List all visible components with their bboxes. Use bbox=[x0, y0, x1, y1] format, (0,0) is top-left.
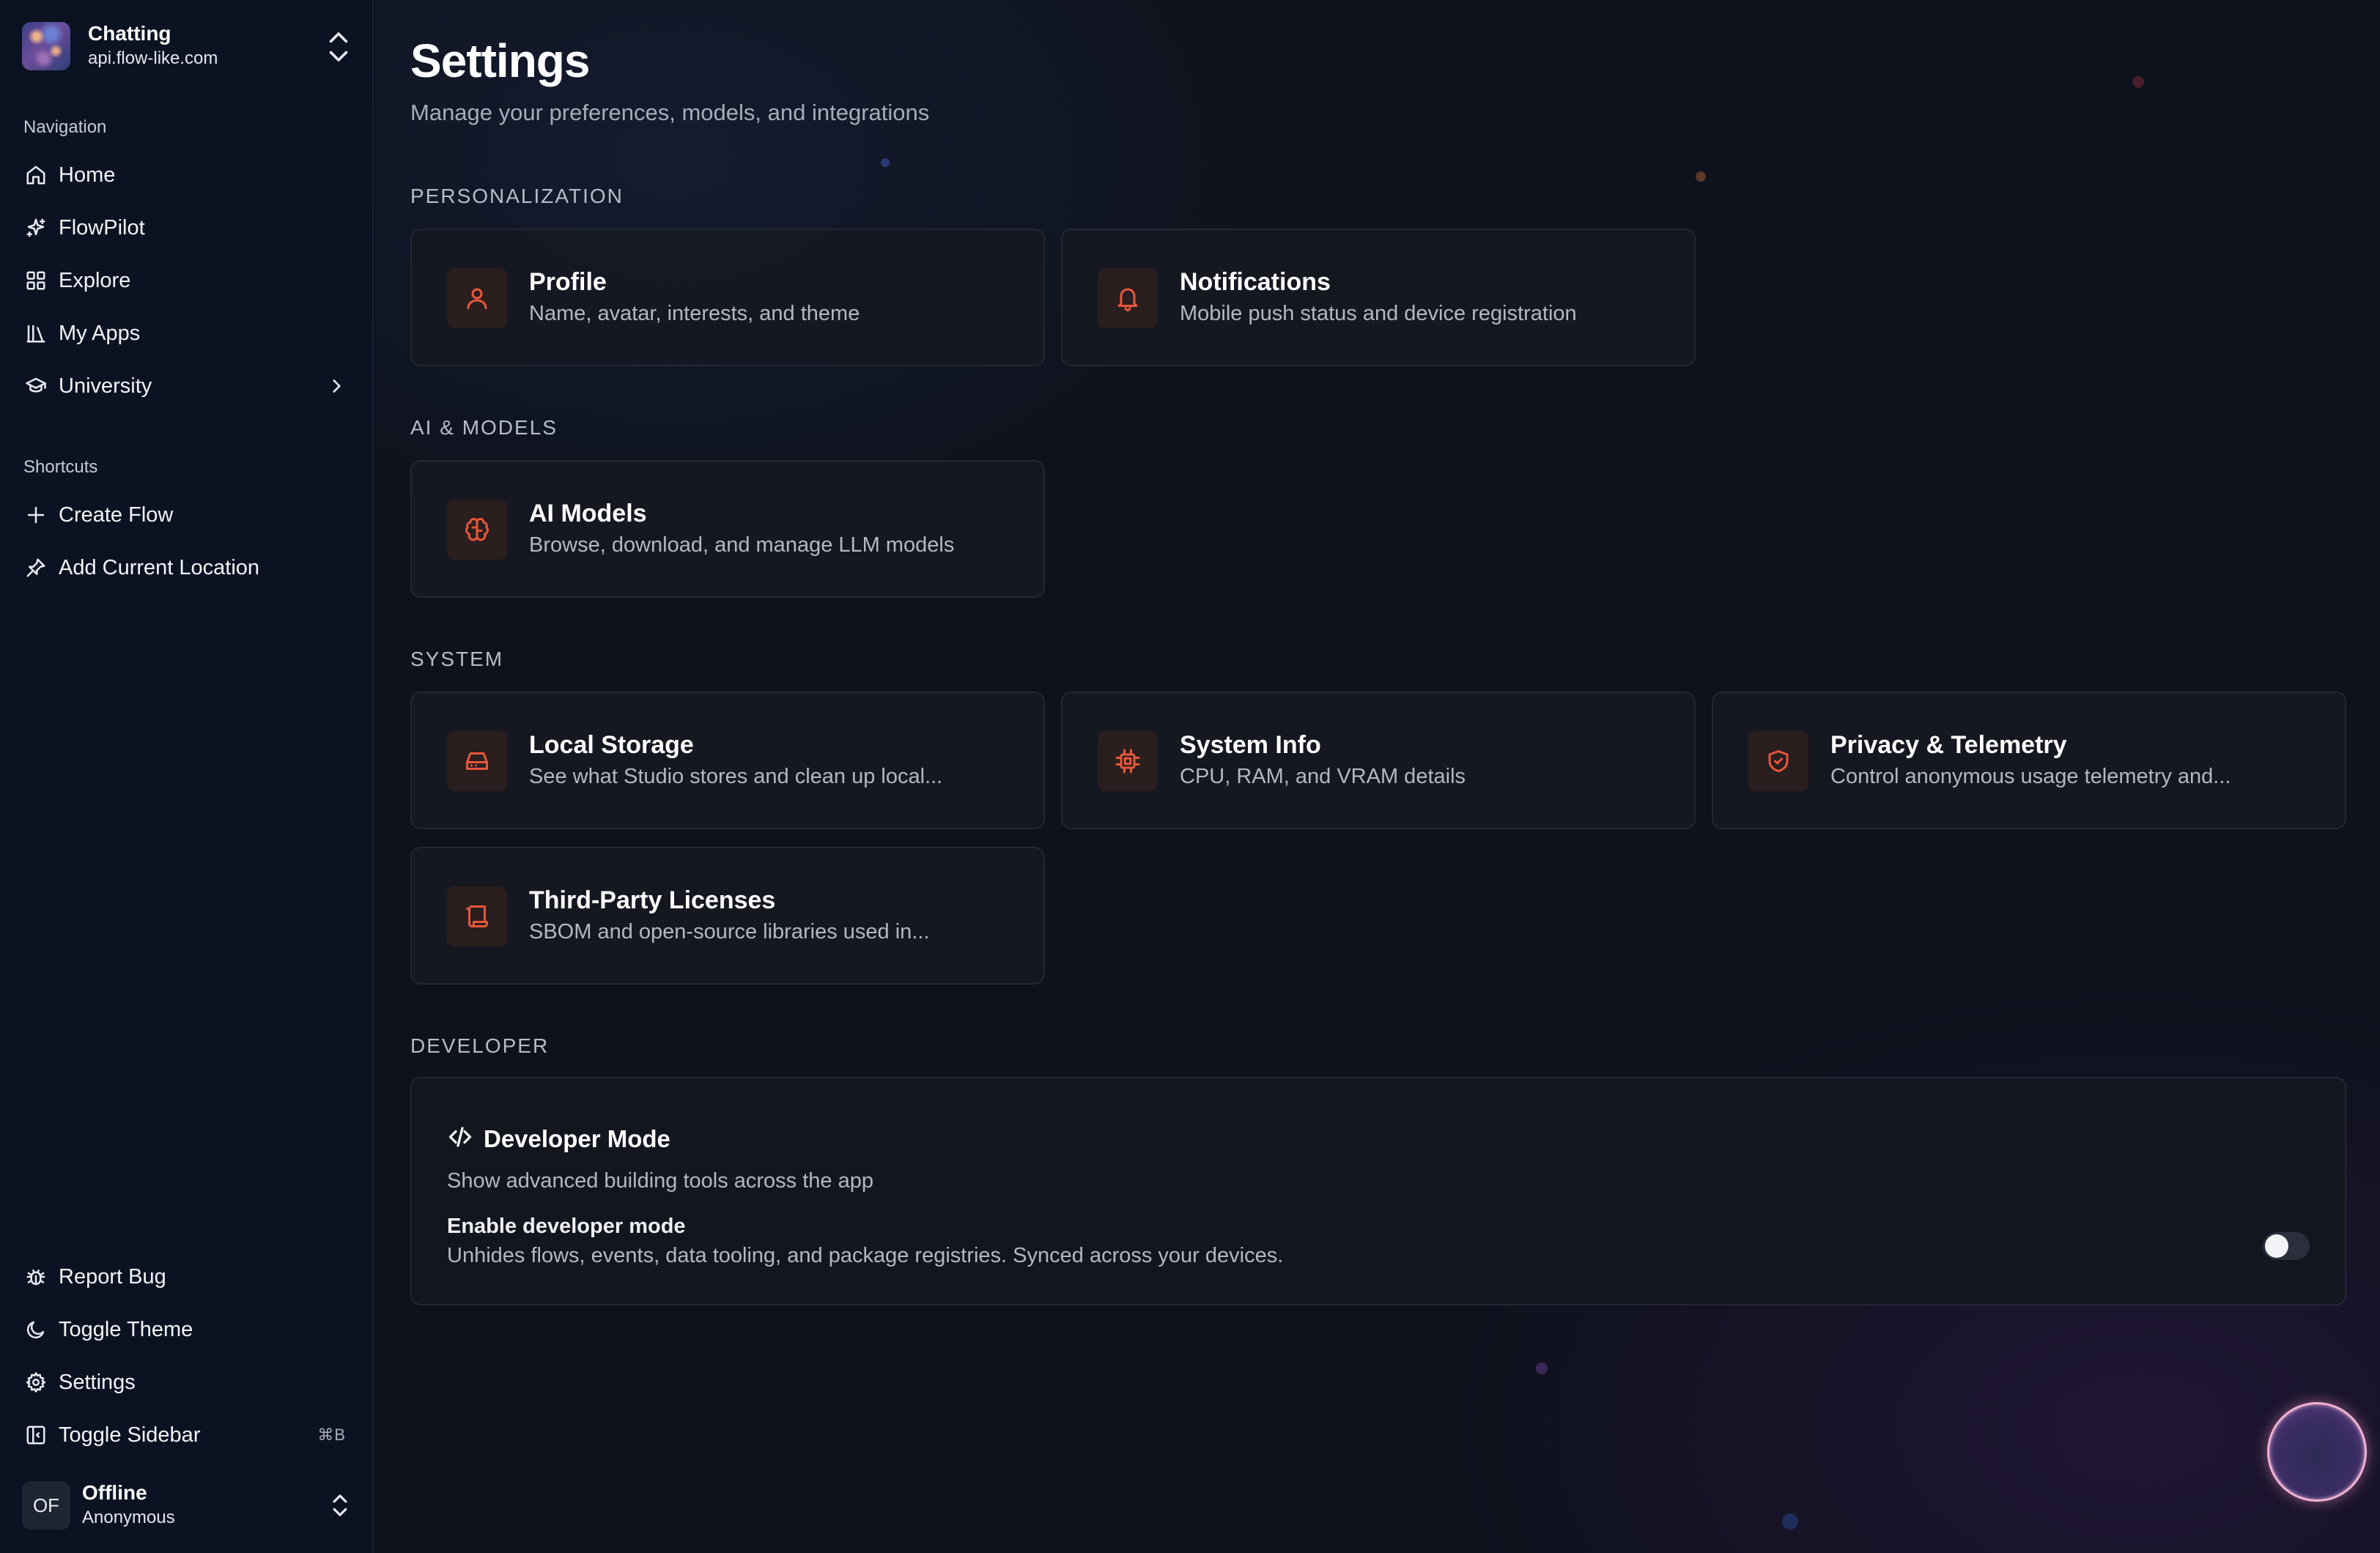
card-title: Third-Party Licenses bbox=[529, 886, 776, 914]
page-title: Settings bbox=[410, 34, 590, 87]
developer-mode-option-description: Unhides flows, events, data tooling, and… bbox=[447, 1244, 1284, 1267]
bell-icon bbox=[1098, 268, 1158, 328]
card-title: Notifications bbox=[1180, 268, 1331, 296]
sidebar-item-label: University bbox=[59, 374, 152, 398]
sidebar-item-settings[interactable]: Settings bbox=[16, 1360, 353, 1405]
shortcut-add-current-location[interactable]: Add Current Location bbox=[16, 545, 353, 590]
developer-mode-header: Developer Mode bbox=[447, 1124, 670, 1154]
sidebar-item-label: FlowPilot bbox=[59, 215, 145, 240]
sidebar-item-label: Report Bug bbox=[59, 1264, 166, 1289]
chevron-right-icon bbox=[327, 377, 346, 396]
settings-card-notifications[interactable]: Notifications Mobile push status and dev… bbox=[1061, 229, 1696, 366]
workspace-host: api.flow-like.com bbox=[88, 48, 218, 68]
hard-drive-icon bbox=[447, 731, 507, 791]
user-name: Offline bbox=[82, 1481, 147, 1504]
developer-mode-title: Developer Mode bbox=[484, 1124, 670, 1152]
sidebar-item-university[interactable]: University bbox=[16, 363, 353, 409]
sidebar-item-label: Create Flow bbox=[59, 503, 174, 527]
code-icon bbox=[447, 1124, 473, 1154]
gear-icon bbox=[23, 1370, 48, 1395]
workspace-switcher[interactable]: Chatting api.flow-like.com bbox=[22, 21, 352, 73]
card-description: SBOM and open-source libraries used in..… bbox=[529, 920, 930, 944]
developer-mode-toggle[interactable] bbox=[2263, 1232, 2310, 1260]
settings-card-local-storage[interactable]: Local Storage See what Studio stores and… bbox=[410, 692, 1045, 829]
sidebar-item-label: Add Current Location bbox=[59, 555, 260, 579]
home-icon bbox=[23, 163, 48, 188]
sidebar-item-label: Toggle Sidebar bbox=[59, 1423, 201, 1447]
card-description: Name, avatar, interests, and theme bbox=[529, 302, 860, 325]
settings-card-ai-models[interactable]: AI Models Browse, download, and manage L… bbox=[410, 460, 1045, 598]
developer-mode-option-label: Enable developer mode bbox=[447, 1215, 686, 1238]
section-label-developer: DEVELOPER bbox=[410, 1034, 550, 1057]
card-title: AI Models bbox=[529, 500, 647, 527]
background-dot bbox=[1782, 1513, 1798, 1530]
cpu-icon bbox=[1098, 731, 1158, 791]
keyboard-shortcut: ⌘B bbox=[317, 1426, 346, 1444]
card-description: Control anonymous usage telemetry and... bbox=[1830, 765, 2231, 788]
card-title: Profile bbox=[529, 268, 607, 296]
card-description: CPU, RAM, and VRAM details bbox=[1180, 765, 1466, 788]
background-dot bbox=[1696, 171, 1706, 182]
background-dot bbox=[1536, 1363, 1548, 1374]
developer-mode-description: Show advanced building tools across the … bbox=[447, 1169, 873, 1193]
settings-card-third-party-licenses[interactable]: Third-Party Licenses SBOM and open-sourc… bbox=[410, 847, 1045, 985]
avatar: OF bbox=[22, 1481, 70, 1530]
card-title: Privacy & Telemetry bbox=[1830, 731, 2067, 759]
user-icon bbox=[447, 268, 507, 328]
settings-card-profile[interactable]: Profile Name, avatar, interests, and the… bbox=[410, 229, 1045, 366]
card-title: Local Storage bbox=[529, 731, 694, 759]
navigation-section-label: Navigation bbox=[23, 117, 107, 137]
plus-icon bbox=[23, 503, 48, 527]
shortcuts-section-label: Shortcuts bbox=[23, 457, 98, 477]
brain-icon bbox=[447, 500, 507, 560]
toggle-knob bbox=[2265, 1234, 2288, 1258]
sidebar-item-toggle-sidebar[interactable]: Toggle Sidebar ⌘B bbox=[16, 1412, 353, 1458]
developer-mode-card: Developer Mode Show advanced building to… bbox=[410, 1077, 2346, 1305]
shortcut-create-flow[interactable]: Create Flow bbox=[16, 492, 353, 538]
section-label-system: SYSTEM bbox=[410, 648, 504, 670]
card-description: Browse, download, and manage LLM models bbox=[529, 533, 955, 557]
sparkles-icon bbox=[23, 215, 48, 240]
pin-icon bbox=[23, 555, 48, 580]
sidebar-item-report-bug[interactable]: Report Bug bbox=[16, 1254, 353, 1300]
section-label-personalization: PERSONALIZATION bbox=[410, 185, 624, 207]
chevrons-up-down-icon bbox=[333, 1494, 347, 1516]
panel-left-icon bbox=[23, 1423, 48, 1448]
background-dot bbox=[2132, 76, 2144, 88]
settings-page: Settings Manage your preferences, models… bbox=[375, 0, 2380, 1553]
app-root: Chatting api.flow-like.com Navigation Ho… bbox=[0, 0, 2380, 1553]
settings-card-privacy-telemetry[interactable]: Privacy & Telemetry Control anonymous us… bbox=[1712, 692, 2346, 829]
scroll-icon bbox=[447, 886, 507, 946]
chevrons-up-down-icon bbox=[329, 32, 348, 62]
sidebar-item-label: Explore bbox=[59, 268, 131, 292]
sidebar-item-label: My Apps bbox=[59, 321, 141, 345]
page-subtitle: Manage your preferences, models, and int… bbox=[410, 100, 930, 125]
background-dot bbox=[881, 158, 890, 167]
graduation-cap-icon bbox=[23, 374, 48, 399]
section-label-ai-models: AI & MODELS bbox=[410, 416, 558, 439]
shield-check-icon bbox=[1748, 731, 1808, 791]
sidebar-item-my-apps[interactable]: My Apps bbox=[16, 311, 353, 356]
sidebar-item-label: Home bbox=[59, 163, 116, 187]
library-icon bbox=[23, 321, 48, 346]
sidebar-item-toggle-theme[interactable]: Toggle Theme bbox=[16, 1307, 353, 1352]
sidebar-item-home[interactable]: Home bbox=[16, 152, 353, 198]
settings-card-system-info[interactable]: System Info CPU, RAM, and VRAM details bbox=[1061, 692, 1696, 829]
moon-icon bbox=[23, 1317, 48, 1342]
card-description: See what Studio stores and clean up loca… bbox=[529, 765, 943, 788]
sidebar-item-flowpilot[interactable]: FlowPilot bbox=[16, 205, 353, 251]
user-status: Anonymous bbox=[82, 1508, 175, 1527]
sidebar-item-label: Toggle Theme bbox=[59, 1317, 193, 1341]
grid-icon bbox=[23, 268, 48, 293]
workspace-name: Chatting bbox=[88, 22, 171, 45]
bug-icon bbox=[23, 1264, 48, 1289]
sidebar-item-explore[interactable]: Explore bbox=[16, 258, 353, 303]
card-title: System Info bbox=[1180, 731, 1321, 759]
user-menu[interactable]: OF Offline Anonymous bbox=[22, 1478, 352, 1532]
assistant-orb-button[interactable] bbox=[2267, 1402, 2367, 1502]
card-description: Mobile push status and device registrati… bbox=[1180, 302, 1577, 325]
sidebar-item-label: Settings bbox=[59, 1370, 136, 1394]
sidebar: Chatting api.flow-like.com Navigation Ho… bbox=[0, 0, 374, 1553]
workspace-logo bbox=[22, 22, 70, 70]
